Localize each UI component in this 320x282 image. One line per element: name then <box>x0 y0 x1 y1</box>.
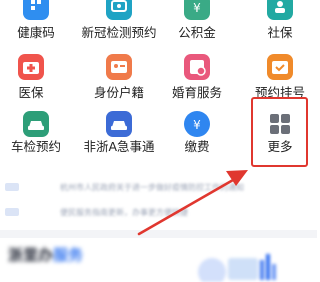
annotation-arrow <box>137 170 248 236</box>
